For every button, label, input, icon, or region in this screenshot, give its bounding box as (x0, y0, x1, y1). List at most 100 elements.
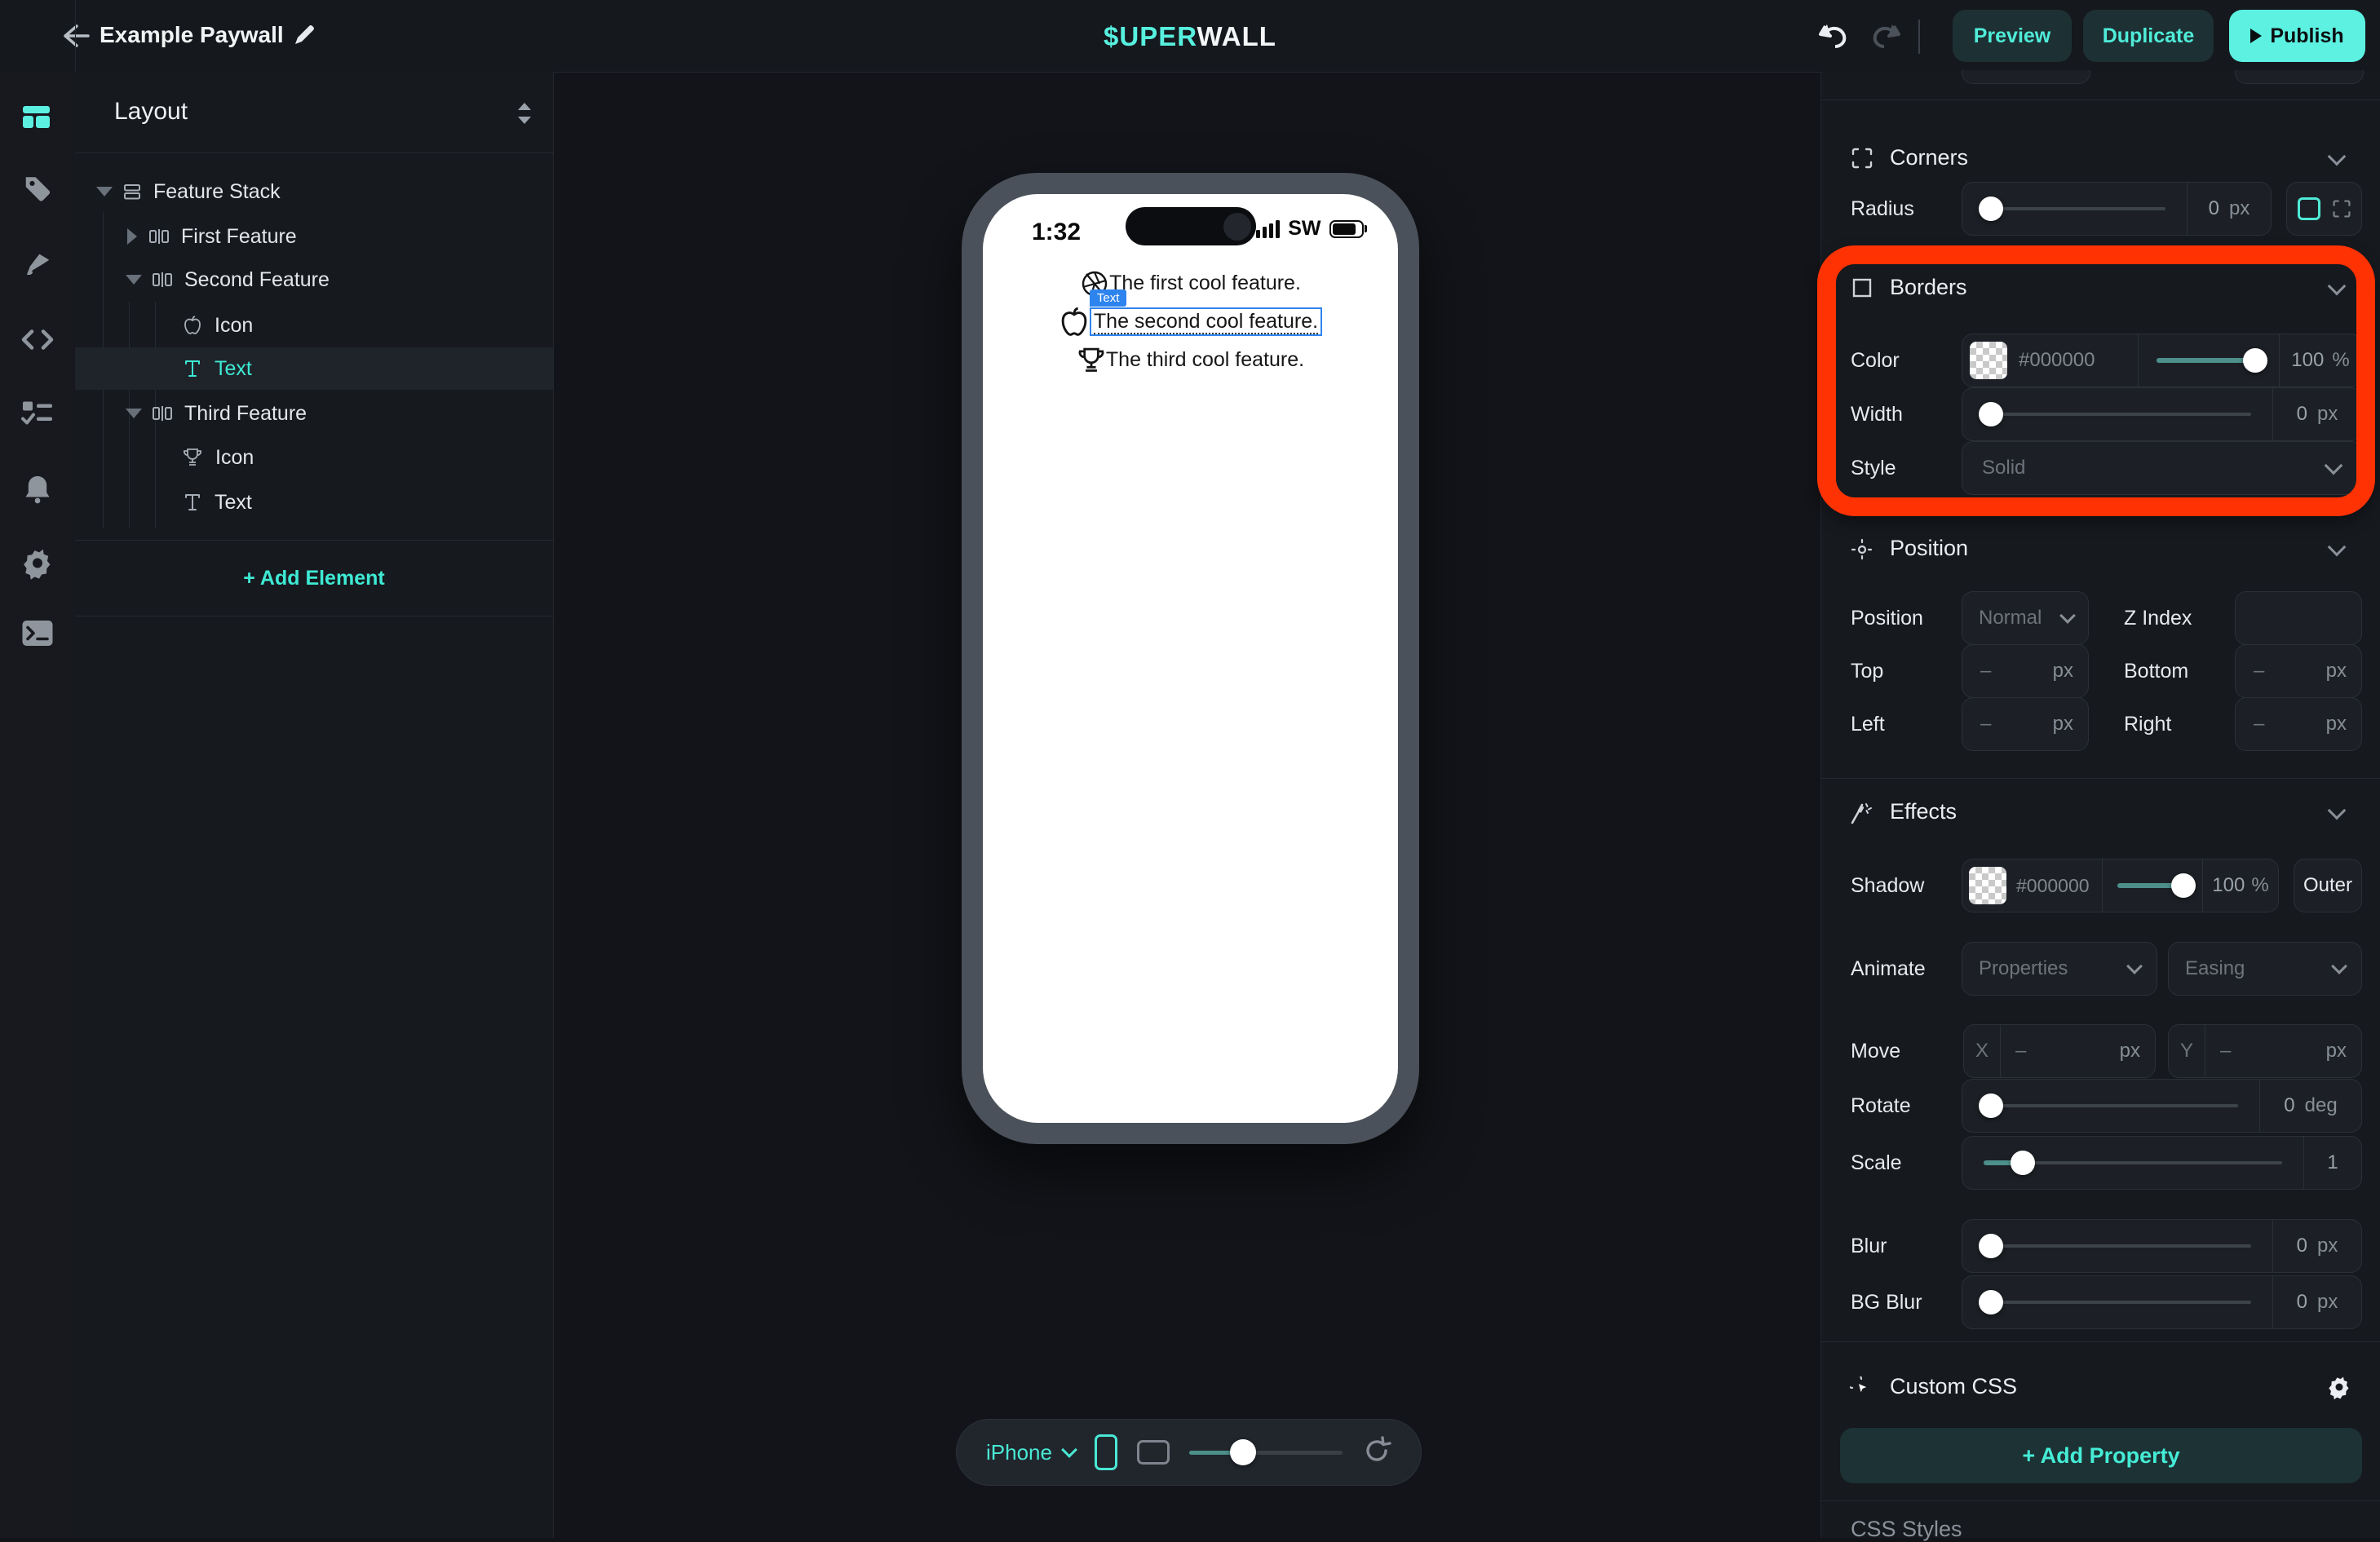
left-input[interactable]: – px (1962, 697, 2089, 751)
individual-radius-button[interactable] (2332, 199, 2351, 219)
scale-knob[interactable] (2011, 1151, 2035, 1175)
border-style-select[interactable]: Solid (1962, 441, 2362, 495)
section-divider (1821, 778, 2380, 779)
placeholder-dash: – (1980, 660, 2053, 683)
tag-icon (22, 174, 53, 205)
position-collapse-chevron[interactable] (2328, 538, 2347, 557)
tree-item-third-feature[interactable]: Third Feature (75, 393, 553, 434)
shadow-hex[interactable]: #000000 (2016, 875, 2102, 897)
selected-text-element[interactable]: Text The second cool feature. (1090, 307, 1322, 336)
border-opacity-slider[interactable] (2157, 359, 2261, 362)
border-width-slider[interactable] (1984, 413, 2251, 416)
radius-value[interactable]: 0 (2209, 197, 2219, 220)
placeholder-dash: – (2254, 660, 2326, 683)
border-style-value: Solid (1982, 457, 2327, 479)
expander-open-icon[interactable] (126, 275, 142, 285)
duplicate-button[interactable]: Duplicate (2083, 10, 2214, 62)
feature-row-third[interactable]: The third cool feature. (983, 341, 1398, 379)
bg-blur-slider[interactable] (1984, 1301, 2251, 1304)
portrait-toggle[interactable] (1095, 1434, 1117, 1470)
sidebar-item-products[interactable] (22, 174, 53, 209)
animate-properties-select[interactable]: Properties (1962, 942, 2157, 996)
text-icon (184, 493, 201, 512)
feature-row-first[interactable]: The first cool feature. (983, 264, 1398, 303)
border-opacity-knob[interactable] (2243, 348, 2267, 373)
blur-knob[interactable] (1979, 1234, 2003, 1258)
undo-button[interactable] (1817, 20, 1851, 56)
shadow-opacity-value[interactable]: 100 (2212, 874, 2245, 897)
border-width-knob[interactable] (1979, 402, 2003, 426)
expander-closed-icon[interactable] (127, 228, 137, 245)
zoom-slider[interactable] (1189, 1451, 1343, 1455)
redo-button[interactable] (1868, 20, 1902, 56)
expander-open-icon[interactable] (126, 409, 142, 418)
sort-layers-button[interactable] (514, 101, 535, 130)
bg-blur-knob[interactable] (1979, 1290, 2003, 1314)
effects-collapse-chevron[interactable] (2328, 802, 2347, 820)
corners-collapse-chevron[interactable] (2328, 148, 2347, 166)
borders-collapse-chevron[interactable] (2328, 277, 2347, 296)
device-select-label: iPhone (986, 1440, 1052, 1465)
move-x-input[interactable]: X – px (1963, 1024, 2156, 1078)
shadow-mode-button[interactable]: Outer (2294, 859, 2362, 912)
tree-item-icon-trophy[interactable]: Icon (75, 437, 553, 478)
scale-label: Scale (1851, 1151, 1902, 1175)
tree-item-first-feature[interactable]: First Feature (75, 216, 553, 257)
zindex-input[interactable] (2235, 591, 2362, 645)
add-element-button[interactable]: + Add Element (75, 558, 553, 599)
rotate-slider[interactable] (1984, 1104, 2238, 1107)
rotate-label: Rotate (1851, 1094, 1911, 1118)
border-color-hex[interactable]: #000000 (2019, 349, 2138, 372)
blur-value[interactable]: 0 (2297, 1235, 2307, 1257)
rotate-value[interactable]: 0 (2284, 1094, 2294, 1117)
sidebar-item-console[interactable] (21, 620, 54, 652)
uniform-radius-button[interactable] (2298, 197, 2320, 220)
position-select[interactable]: Normal (1962, 591, 2089, 645)
animate-easing-select[interactable]: Easing (2168, 942, 2362, 996)
preview-button[interactable]: Preview (1953, 10, 2072, 62)
tree-item-text-selected[interactable]: Text (75, 348, 553, 389)
tree-item-feature-stack[interactable]: Feature Stack (75, 171, 553, 212)
expander-open-icon[interactable] (96, 187, 113, 197)
landscape-toggle[interactable] (1137, 1440, 1170, 1465)
add-property-button[interactable]: + Add Property (1840, 1428, 2362, 1483)
tree-item-icon-apple[interactable]: Icon (75, 305, 553, 346)
publish-button[interactable]: Publish (2229, 10, 2365, 62)
color-swatch[interactable] (1970, 342, 2007, 379)
sidebar-item-notifications[interactable] (23, 474, 52, 509)
shadow-color-swatch[interactable] (1969, 867, 2006, 904)
shadow-opacity-knob[interactable] (2171, 873, 2196, 898)
tree-item-second-feature[interactable]: Second Feature (75, 259, 553, 300)
custom-css-settings-button[interactable] (2327, 1375, 2351, 1399)
sidebar-item-layout[interactable] (23, 106, 52, 130)
move-y-input[interactable]: Y – px (2168, 1024, 2362, 1078)
feature-row-second[interactable]: Text The second cool feature. (983, 303, 1398, 341)
border-width-value[interactable]: 0 (2297, 403, 2307, 426)
refresh-button[interactable] (1362, 1436, 1391, 1469)
sidebar-item-code[interactable] (20, 327, 55, 357)
right-input[interactable]: – px (2235, 697, 2362, 751)
radius-slider[interactable] (1984, 207, 2165, 210)
zoom-slider-knob[interactable] (1230, 1439, 1256, 1465)
rotate-knob[interactable] (1979, 1094, 2003, 1118)
bg-blur-value[interactable]: 0 (2297, 1291, 2307, 1314)
sidebar-item-theme[interactable] (22, 249, 53, 284)
scale-value[interactable]: 1 (2327, 1151, 2338, 1174)
unit-px: px (2326, 660, 2347, 683)
radius-slider-knob[interactable] (1979, 197, 2003, 221)
blur-slider[interactable] (1984, 1244, 2251, 1248)
sidebar-item-settings[interactable] (21, 547, 54, 584)
selection-badge: Text (1090, 289, 1127, 307)
bottom-input[interactable]: – px (2235, 644, 2362, 698)
border-opacity-value[interactable]: 100 (2291, 349, 2324, 372)
scale-slider[interactable] (1984, 1161, 2282, 1164)
device-select[interactable]: iPhone (986, 1440, 1075, 1465)
logo-primary: $UPER (1104, 21, 1197, 51)
shadow-opacity-slider[interactable] (2117, 884, 2188, 887)
rotate-unit: deg (2305, 1094, 2338, 1117)
top-input[interactable]: – px (1962, 644, 2089, 698)
device-screen[interactable]: 1:32 SW (983, 194, 1398, 1123)
tree-item-text[interactable]: Text (75, 482, 553, 523)
sidebar-item-checklist[interactable] (21, 400, 54, 431)
terminal-icon (21, 620, 54, 647)
